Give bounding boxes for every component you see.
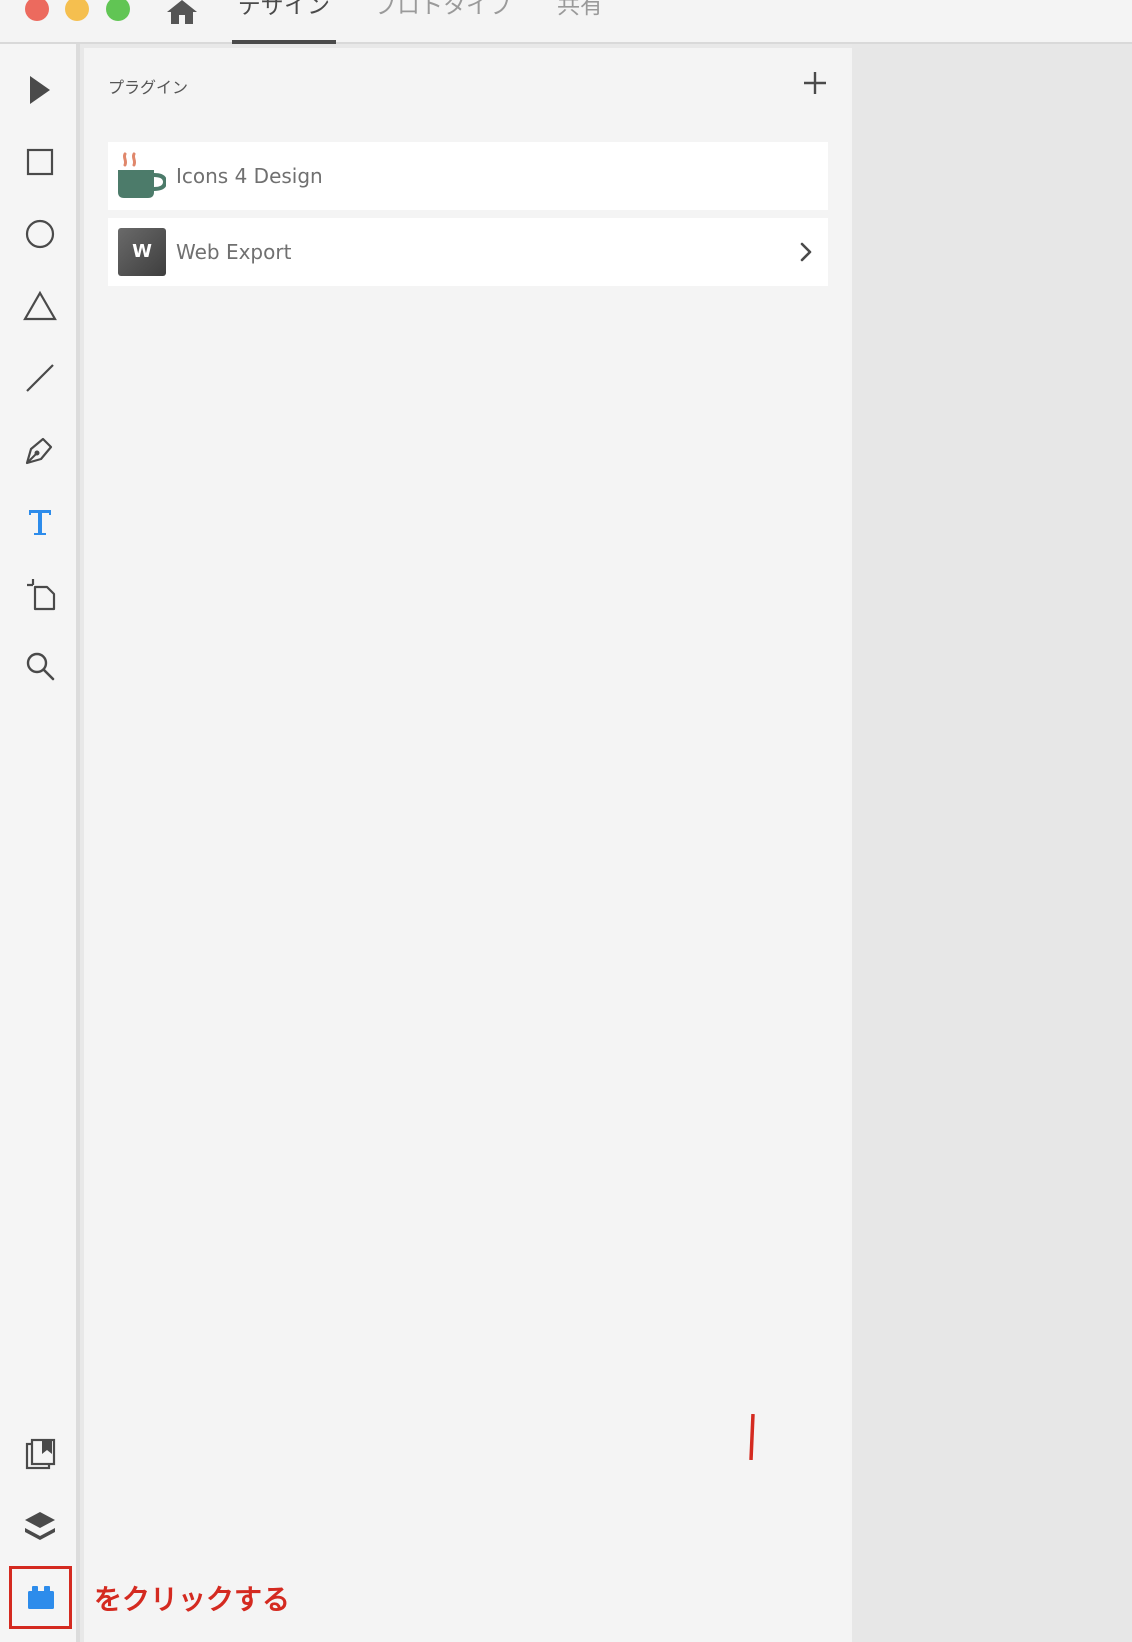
layers-tool[interactable]: [16, 1502, 64, 1550]
layers-icon: [25, 1512, 55, 1540]
plugin-label: Icons 4 Design: [176, 164, 323, 188]
panel-title: プラグイン: [108, 78, 189, 97]
tab-share[interactable]: 共有: [557, 0, 603, 44]
artboard-tool[interactable]: [16, 570, 64, 618]
text-cursor-icon: [749, 1414, 755, 1460]
coffee-cup-icon: [118, 152, 166, 198]
line-tool[interactable]: [16, 354, 64, 402]
plugins-panel: プラグイン Icons 4 Design W Web Export: [84, 48, 852, 1642]
assets-icon: [25, 1438, 56, 1470]
title-bar: デザイン プロトタイプ 共有: [0, 0, 1132, 44]
polygon-tool[interactable]: [16, 282, 64, 330]
plugin-label: Web Export: [176, 240, 292, 264]
zoom-window-button[interactable]: [106, 0, 130, 21]
pen-icon: [25, 437, 53, 465]
plugins-tool[interactable]: [9, 1566, 72, 1629]
tab-prototype[interactable]: プロトタイプ: [374, 0, 512, 44]
chevron-right-icon[interactable]: [798, 240, 814, 264]
assets-tool[interactable]: [16, 1430, 64, 1478]
polygon-icon: [23, 290, 57, 321]
instruction-annotation: をクリックする: [94, 1583, 291, 1616]
select-tool[interactable]: [16, 66, 64, 114]
text-icon: [29, 510, 51, 535]
tool-bar: [0, 44, 80, 1642]
canvas-area[interactable]: [852, 44, 1132, 1642]
tab-design[interactable]: デザイン: [232, 0, 336, 44]
w-badge-icon: W: [118, 228, 166, 276]
pen-tool[interactable]: [16, 426, 64, 474]
home-icon[interactable]: [165, 0, 199, 24]
zoom-tool[interactable]: [16, 642, 64, 690]
rectangle-icon: [26, 148, 54, 176]
line-icon: [26, 364, 54, 392]
plugin-item-web-export[interactable]: W Web Export: [108, 218, 828, 286]
close-window-button[interactable]: [25, 0, 49, 21]
minimize-window-button[interactable]: [65, 0, 89, 21]
rectangle-tool[interactable]: [16, 138, 64, 186]
artboard-icon: [27, 579, 56, 611]
add-plugin-icon[interactable]: [798, 66, 832, 100]
text-tool[interactable]: [16, 498, 64, 546]
plugin-item-icons-4-design[interactable]: Icons 4 Design: [108, 142, 828, 210]
plugins-icon: [27, 1585, 54, 1609]
select-icon: [30, 76, 50, 104]
zoom-icon: [26, 652, 55, 681]
ellipse-tool[interactable]: [16, 210, 64, 258]
ellipse-icon: [25, 219, 55, 249]
